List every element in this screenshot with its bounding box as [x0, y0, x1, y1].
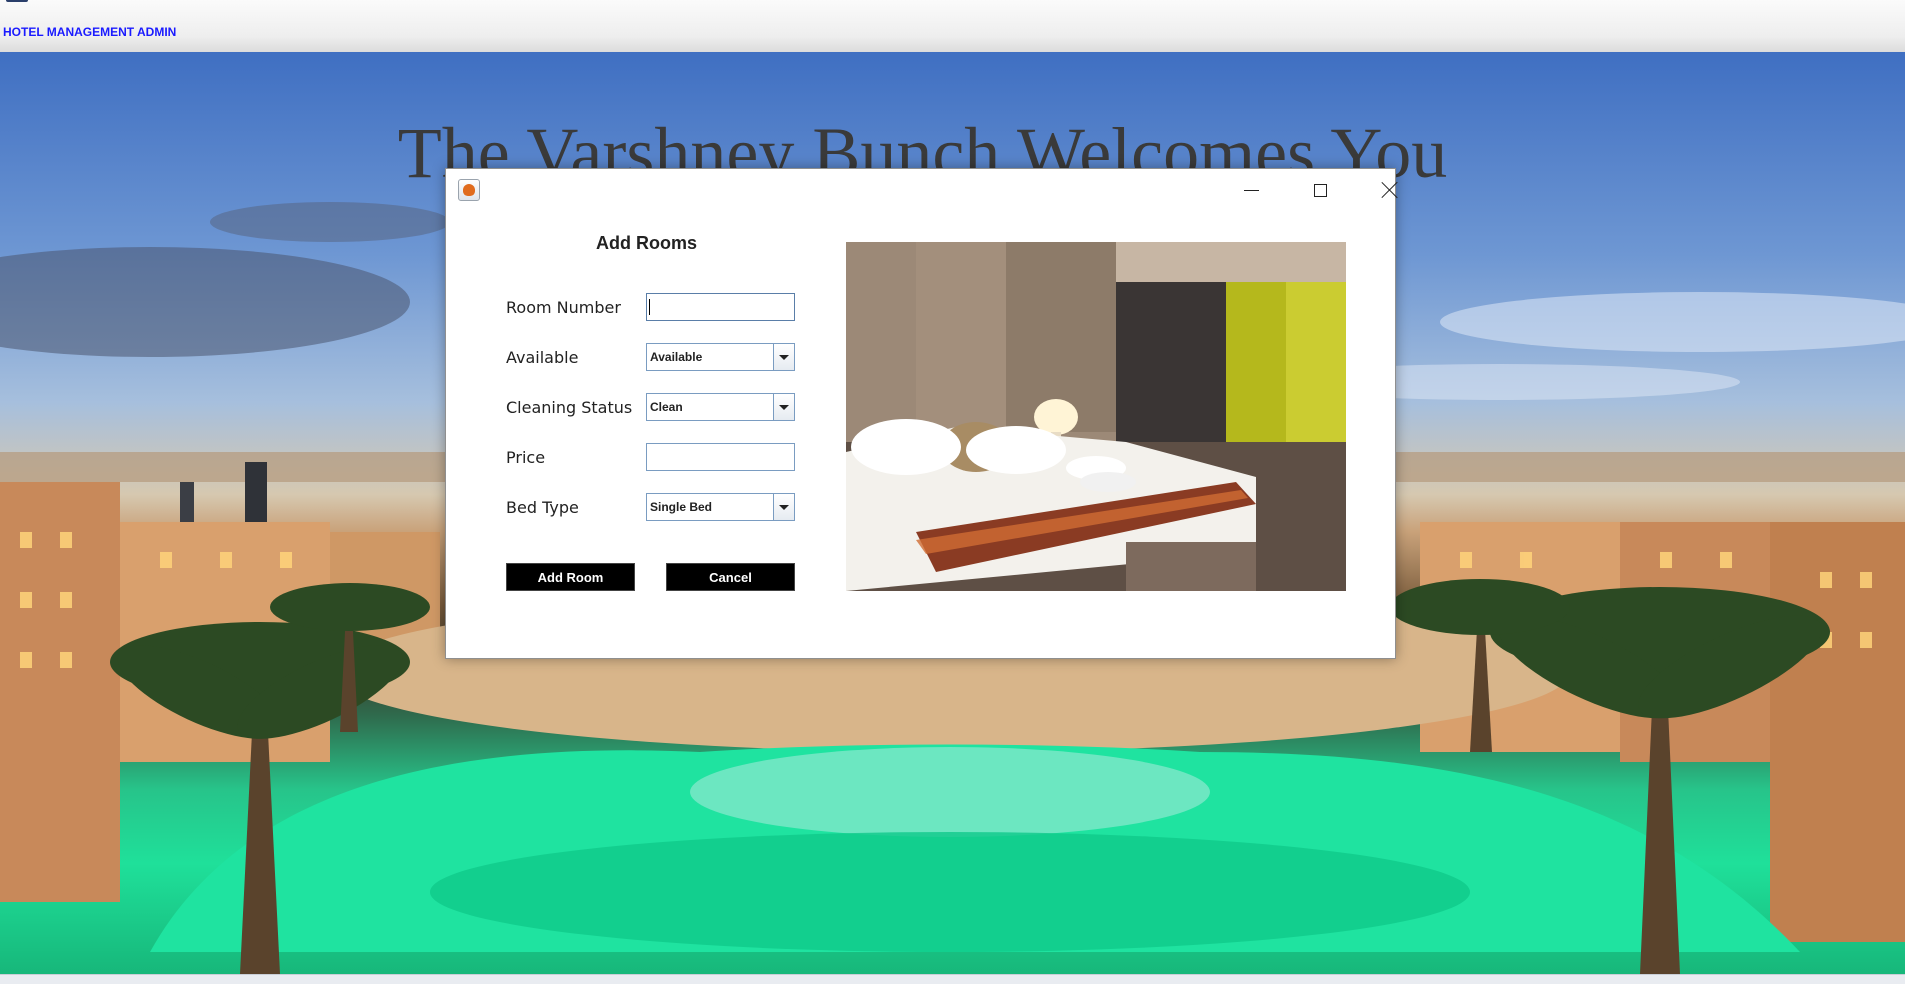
bed-type-label: Bed Type — [506, 498, 579, 517]
cleaning-status-select[interactable]: Clean — [646, 393, 795, 421]
menu-admin[interactable]: ADMIN — [137, 25, 176, 39]
dropdown-arrow-icon[interactable] — [773, 344, 794, 370]
menu-hotel-management[interactable]: HOTEL MANAGEMENT — [3, 25, 134, 39]
cleaning-status-selected-value: Clean — [650, 400, 683, 414]
close-icon — [1381, 181, 1399, 199]
close-button[interactable] — [1355, 169, 1425, 211]
minimize-button[interactable] — [1216, 169, 1286, 211]
text-caret — [649, 299, 650, 315]
bed-type-select[interactable]: Single Bed — [646, 493, 795, 521]
minimize-icon — [1243, 189, 1259, 191]
available-label: Available — [506, 348, 579, 367]
dropdown-arrow-icon[interactable] — [773, 494, 794, 520]
form-title: Add Rooms — [596, 233, 697, 253]
cleaning-status-label: Cleaning Status — [506, 398, 633, 417]
maximize-button[interactable] — [1285, 169, 1355, 211]
cancel-button[interactable]: Cancel — [666, 563, 795, 591]
room-number-input[interactable] — [646, 293, 795, 321]
dropdown-arrow-icon[interactable] — [773, 394, 794, 420]
available-selected-value: Available — [650, 350, 703, 364]
price-label: Price — [506, 448, 546, 467]
add-room-button[interactable]: Add Room — [506, 563, 635, 591]
menu-bar: HOTEL MANAGEMENT ADMIN — [0, 0, 1905, 53]
hotel-bedroom-photo — [846, 242, 1346, 591]
add-rooms-dialog: Add Rooms Room Number Available Availabl… — [445, 168, 1396, 659]
bed-type-selected-value: Single Bed — [650, 500, 713, 514]
app-icon — [6, 0, 28, 2]
maximize-icon — [1313, 183, 1327, 197]
price-input[interactable] — [646, 443, 795, 471]
available-select[interactable]: Available — [646, 343, 795, 371]
java-coffee-cup-icon[interactable] — [458, 179, 480, 201]
room-number-label: Room Number — [506, 298, 621, 317]
